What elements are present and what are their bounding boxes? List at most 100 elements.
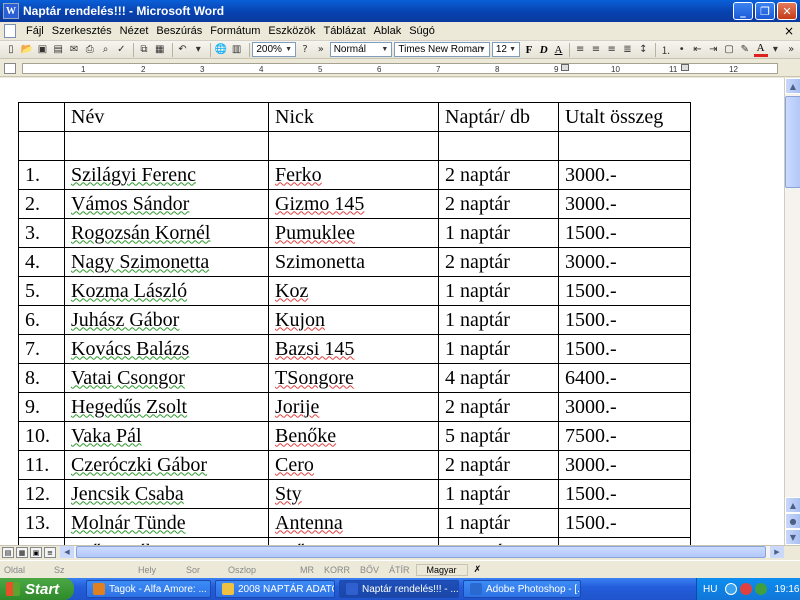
vertical-scroll-thumb[interactable] xyxy=(785,96,800,188)
name-cell[interactable]: Hegedűs Zsolt xyxy=(64,392,269,422)
task-browser[interactable]: Tagok - Alfa Amore: ... xyxy=(86,580,211,598)
highlight-icon[interactable]: ✎ xyxy=(738,43,752,57)
row-number-cell[interactable]: 11. xyxy=(18,450,65,480)
email-icon[interactable]: ✉ xyxy=(67,43,81,57)
row-number-cell[interactable]: 4. xyxy=(18,247,65,277)
task-word[interactable]: Naptár rendelés!!! - ... xyxy=(339,580,459,598)
nick-cell[interactable]: Jorije xyxy=(268,392,439,422)
row-number-cell[interactable]: 13. xyxy=(18,508,65,538)
name-cell[interactable]: Vaka Pál xyxy=(64,421,269,451)
nick-cell[interactable]: Cero xyxy=(268,450,439,480)
print-icon[interactable]: ⎙ xyxy=(83,43,97,57)
font-size-select[interactable]: 12 ▼ xyxy=(491,42,521,57)
close-document-button[interactable]: × xyxy=(784,24,794,38)
network-icon[interactable] xyxy=(725,583,738,595)
start-button[interactable]: Start xyxy=(0,578,74,600)
row-number-cell[interactable]: 14. xyxy=(18,537,65,545)
amount-cell[interactable]: 1500.- xyxy=(558,305,691,335)
menu-help[interactable]: Súgó xyxy=(405,25,439,37)
language-indicator[interactable]: HU xyxy=(703,584,717,595)
name-cell[interactable]: Czeróczki Gábor xyxy=(64,450,269,480)
new-document-icon[interactable]: ▯ xyxy=(4,43,18,57)
menu-edit[interactable]: Szerkesztés xyxy=(48,25,116,37)
save-icon[interactable]: ▣ xyxy=(36,43,50,57)
browse-object-icon[interactable]: ● xyxy=(785,513,800,529)
calendar-count-cell[interactable]: 1 naptár xyxy=(438,508,559,538)
calendar-count-cell[interactable]: 2 naptár xyxy=(438,392,559,422)
font-color-button[interactable]: A xyxy=(753,42,768,57)
undo-dropdown-icon[interactable]: ▾ xyxy=(191,43,205,57)
status-track-changes[interactable]: KORR xyxy=(320,565,354,575)
amount-cell[interactable]: 3000.- xyxy=(558,160,691,190)
bold-button[interactable]: F xyxy=(522,43,536,57)
outside-border-icon[interactable]: ▢ xyxy=(722,43,736,57)
header-cell-calendar[interactable]: Naptár/ db xyxy=(438,102,559,132)
spelling-icon[interactable]: ✓ xyxy=(114,43,128,57)
menu-format[interactable]: Formátum xyxy=(206,25,264,37)
table-cell[interactable] xyxy=(64,131,269,161)
calendar-count-cell[interactable]: 1 naptár xyxy=(438,537,559,545)
ruler-strip[interactable]: 1 2 3 4 5 6 7 8 9 10 11 12 xyxy=(22,63,778,74)
scroll-up-icon[interactable]: ▲ xyxy=(785,78,800,94)
name-cell[interactable]: Jencsik Csaba xyxy=(64,479,269,509)
row-number-cell[interactable]: 7. xyxy=(18,334,65,364)
row-number-cell[interactable]: 12. xyxy=(18,479,65,509)
print-preview-icon[interactable]: ⌕ xyxy=(99,43,113,57)
document-area[interactable]: Név Nick Naptár/ db Utalt összeg 1. Szilá… xyxy=(0,78,784,545)
header-cell-amount[interactable]: Utalt összeg xyxy=(558,102,691,132)
row-number-cell[interactable]: 10. xyxy=(18,421,65,451)
font-color-dropdown-icon[interactable]: ▾ xyxy=(769,43,783,57)
name-cell[interactable]: Molnár Tünde xyxy=(64,508,269,538)
calendar-count-cell[interactable]: 1 naptár xyxy=(438,276,559,306)
amount-cell[interactable]: 3000.- xyxy=(558,189,691,219)
row-number-cell[interactable]: 8. xyxy=(18,363,65,393)
tray-app-icon[interactable] xyxy=(755,583,768,595)
help-icon[interactable]: ? xyxy=(298,43,312,57)
document-icon[interactable] xyxy=(4,24,16,38)
name-cell[interactable]: Vatai Csongor xyxy=(64,363,269,393)
font-select[interactable]: Times New Roman ▼ xyxy=(394,42,490,57)
minimize-button[interactable]: _ xyxy=(733,2,753,20)
status-macro-record[interactable]: MR xyxy=(296,565,318,575)
italic-button[interactable]: D xyxy=(537,43,551,57)
menu-insert[interactable]: Beszúrás xyxy=(152,25,206,37)
amount-cell[interactable]: 6400.- xyxy=(558,363,691,393)
line-spacing-icon[interactable]: ↕ xyxy=(636,43,650,57)
close-button[interactable]: ✕ xyxy=(777,2,797,20)
calendar-count-cell[interactable]: 5 naptár xyxy=(438,421,559,451)
maximize-button[interactable]: ❐ xyxy=(755,2,775,20)
amount-cell[interactable]: 3000.- xyxy=(558,247,691,277)
previous-page-icon[interactable]: ▲ xyxy=(785,497,800,513)
outline-view-icon[interactable]: ≡ xyxy=(44,547,56,558)
row-number-cell[interactable]: 6. xyxy=(18,305,65,335)
nick-cell[interactable]: Sty xyxy=(268,479,439,509)
name-cell[interactable]: Vámos Sándor xyxy=(64,189,269,219)
amount-cell[interactable]: 1500.- xyxy=(558,334,691,364)
underline-button[interactable]: A xyxy=(552,43,566,57)
nick-cell[interactable]: Koz xyxy=(268,276,439,306)
paste-icon[interactable]: ▦ xyxy=(153,43,167,57)
nick-cell[interactable]: Kujon xyxy=(268,305,439,335)
calendar-count-cell[interactable]: 1 naptár xyxy=(438,479,559,509)
print-layout-view-icon[interactable]: ▣ xyxy=(30,547,42,558)
nick-cell[interactable]: TSongore xyxy=(268,363,439,393)
header-cell-nick[interactable]: Nick xyxy=(268,102,439,132)
amount-cell[interactable]: 3000.- xyxy=(558,450,691,480)
nick-cell[interactable]: Ferko xyxy=(268,160,439,190)
calendar-count-cell[interactable]: 2 naptár xyxy=(438,189,559,219)
toolbar-options-icon[interactable]: » xyxy=(314,43,328,57)
amount-cell[interactable]: 1500.- xyxy=(558,508,691,538)
scroll-left-icon[interactable]: ◀ xyxy=(60,546,74,558)
table-cell[interactable] xyxy=(558,131,691,161)
status-extend[interactable]: BŐV xyxy=(356,565,383,575)
name-cell[interactable]: Kovács Balázs xyxy=(64,334,269,364)
nick-cell[interactable]: Szőcs xyxy=(268,537,439,545)
increase-indent-icon[interactable]: ⇥ xyxy=(706,43,720,57)
name-cell[interactable]: Szilágyi Ferenc xyxy=(64,160,269,190)
web-layout-view-icon[interactable]: ▦ xyxy=(16,547,28,558)
name-cell[interactable]: Szőcs Gábor xyxy=(64,537,269,545)
numbering-icon[interactable]: ⒈ xyxy=(659,43,673,57)
justify-icon[interactable]: ≣ xyxy=(621,43,635,57)
word-app-icon[interactable]: W xyxy=(3,3,19,19)
nick-cell[interactable]: Benőke xyxy=(268,421,439,451)
